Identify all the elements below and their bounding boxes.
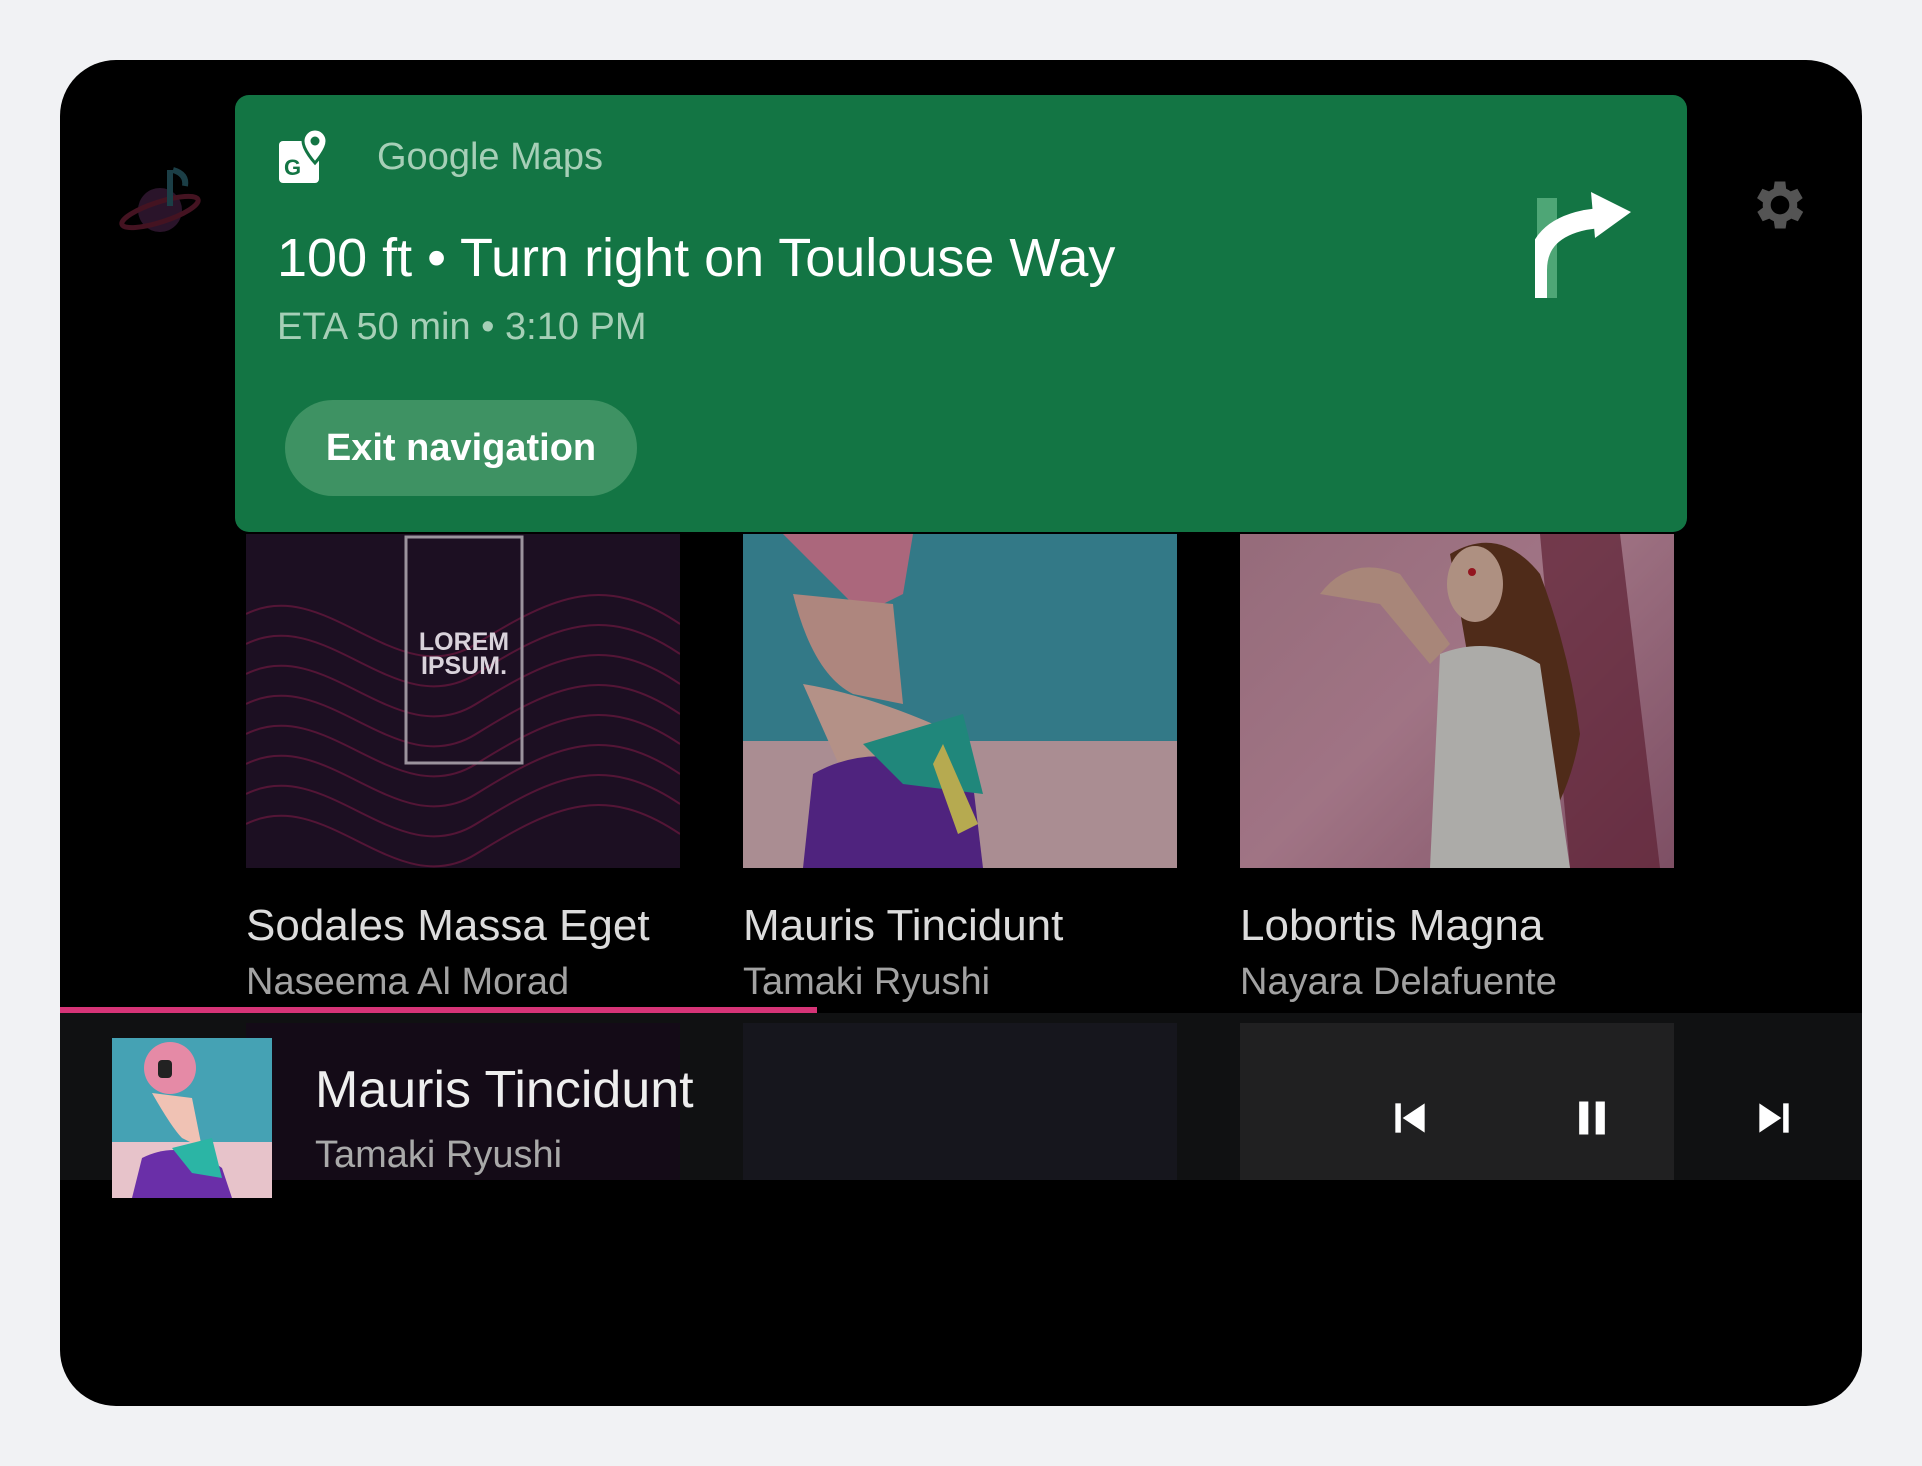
album-art <box>1240 534 1674 868</box>
album-art-text: LOREM IPSUM. <box>418 628 510 680</box>
skip-previous-button[interactable] <box>1375 1083 1445 1153</box>
exit-navigation-button[interactable]: Exit navigation <box>285 400 637 496</box>
navigation-eta: ETA 50 min • 3:10 PM <box>277 306 647 348</box>
obscured-album-art <box>743 1023 1177 1180</box>
album-title: Lobortis Magna <box>1240 901 1544 950</box>
album-artist: Tamaki Ryushi <box>743 961 991 1003</box>
album-title: Sodales Massa Eget <box>246 901 650 950</box>
album-card[interactable]: LOREM IPSUM. Sodales Massa Eget Naseema … <box>246 534 680 1010</box>
skip-previous-icon <box>1395 1103 1425 1133</box>
now-playing-album-art[interactable] <box>112 1038 272 1198</box>
album-art <box>743 534 1177 868</box>
pause-button[interactable] <box>1557 1083 1627 1153</box>
now-playing-artist: Tamaki Ryushi <box>315 1134 563 1176</box>
pause-icon <box>1579 1101 1605 1135</box>
album-artist: Naseema Al Morad <box>246 961 570 1003</box>
album-art: LOREM IPSUM. <box>246 534 680 868</box>
settings-button[interactable] <box>1735 160 1825 250</box>
google-maps-icon: G <box>279 129 329 183</box>
now-playing-bar[interactable]: Mauris Tincidunt Tamaki Ryushi <box>60 1013 1862 1198</box>
album-artist: Nayara Delafuente <box>1240 961 1557 1003</box>
album-card[interactable]: Mauris Tincidunt Tamaki Ryushi <box>743 534 1177 1010</box>
skip-next-icon <box>1759 1103 1789 1133</box>
navigation-app-name: Google Maps <box>377 136 604 178</box>
svg-text:G: G <box>284 155 301 180</box>
turn-right-icon <box>1535 192 1631 298</box>
album-title: Mauris Tincidunt <box>743 901 1064 950</box>
now-playing-title: Mauris Tincidunt <box>315 1061 694 1119</box>
navigation-instruction: 100 ft • Turn right on Toulouse Way <box>277 228 1116 288</box>
device-screen: LOREM IPSUM. Sodales Massa Eget Naseema … <box>60 60 1862 1406</box>
music-planet-icon[interactable] <box>115 160 205 250</box>
album-card[interactable]: Lobortis Magna Nayara Delafuente <box>1240 534 1674 1010</box>
gear-icon <box>1757 181 1804 229</box>
navigation-card[interactable]: G Google Maps 100 ft • Turn right on Tou… <box>235 95 1687 532</box>
skip-next-button[interactable] <box>1739 1083 1809 1153</box>
